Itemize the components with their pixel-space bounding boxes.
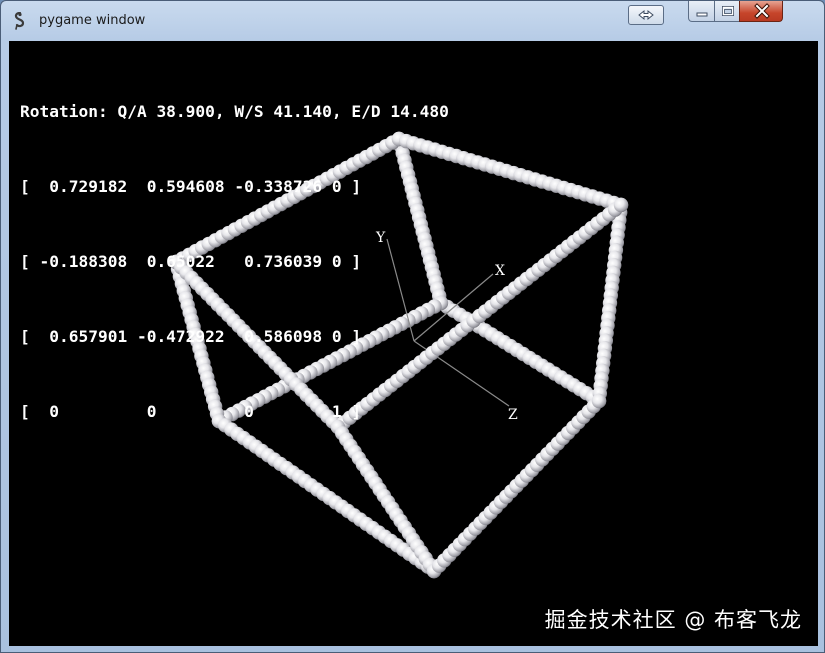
sphere-bead bbox=[613, 197, 629, 213]
close-icon bbox=[754, 3, 770, 19]
minimize-button[interactable] bbox=[688, 1, 715, 22]
sphere-bead bbox=[591, 393, 607, 409]
z-axis-label: Z bbox=[508, 407, 518, 423]
matrix-row-1: [ 0.729182 0.594608 -0.338726 0 ] bbox=[20, 177, 362, 196]
x-axis-label: X bbox=[495, 263, 505, 279]
pygame-canvas[interactable]: Rotation: Q/A 38.900, W/S 41.140, E/D 14… bbox=[9, 41, 818, 646]
matrix-row-3: [ 0.657901 -0.472922 0.586098 0 ] bbox=[20, 327, 362, 346]
close-button[interactable] bbox=[739, 1, 783, 22]
rotation-readout: Rotation: Q/A 38.900, W/S 41.140, E/D 14… bbox=[20, 102, 449, 121]
minimize-icon bbox=[696, 12, 708, 17]
pygame-snake-icon bbox=[14, 12, 25, 30]
hud-overlay: Rotation: Q/A 38.900, W/S 41.140, E/D 14… bbox=[20, 49, 449, 474]
window-title: pygame window bbox=[39, 13, 146, 28]
cube-edge-GF bbox=[433, 295, 607, 409]
title-bar[interactable]: pygame window bbox=[1, 1, 824, 41]
matrix-row-4: [ 0 0 0 1 ] bbox=[20, 402, 362, 421]
caption-buttons bbox=[688, 1, 816, 22]
pygame-window: pygame window Rotation: Q/A 38.900, W/S … bbox=[0, 0, 825, 653]
double-arrow-icon bbox=[638, 9, 654, 21]
maximize-icon bbox=[722, 6, 734, 16]
maximize-button[interactable] bbox=[714, 1, 740, 22]
matrix-row-2: [ -0.188308 0.65022 0.736039 0 ] bbox=[20, 252, 362, 271]
double-arrow-button[interactable] bbox=[628, 5, 664, 25]
watermark: 掘金技术社区 @ 布客飞龙 bbox=[544, 608, 802, 632]
